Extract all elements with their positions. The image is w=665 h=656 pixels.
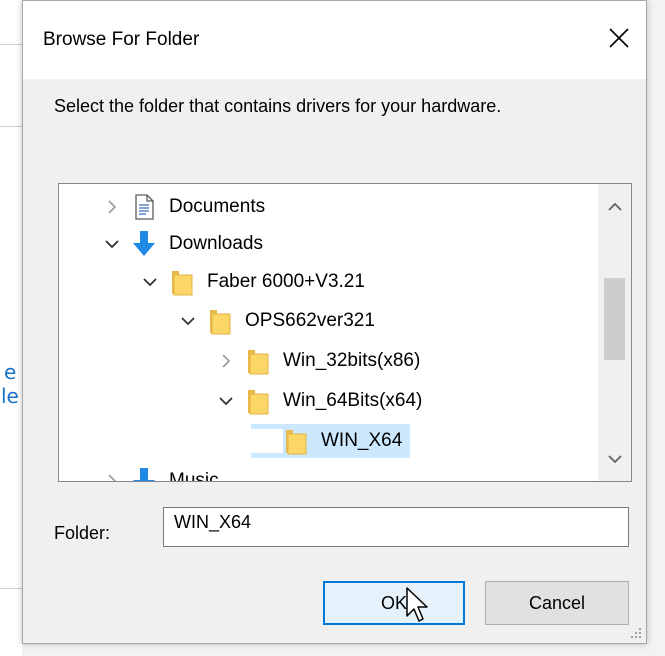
tree-item[interactable]: Win_32bits(x86): [213, 344, 424, 378]
downloads-icon: [133, 231, 155, 256]
chevron-down-icon[interactable]: [181, 316, 195, 326]
ok-button[interactable]: OK: [323, 581, 465, 625]
folder-icon: [245, 346, 271, 376]
chevron-right-icon[interactable]: [107, 474, 117, 482]
folder-icon: [172, 271, 193, 296]
chevron-down-icon[interactable]: [143, 277, 157, 287]
cancel-button[interactable]: Cancel: [485, 581, 629, 625]
tree-item[interactable]: Downloads: [99, 227, 267, 261]
folder-icon: [169, 267, 195, 297]
tree-item-label: Faber 6000+V3.21: [207, 271, 365, 292]
tree-expander[interactable]: [99, 195, 125, 219]
folder-tree[interactable]: Documents Downloads Faber 6000+V3.21 OPS662…: [58, 183, 632, 482]
tree-expander[interactable]: [175, 309, 201, 333]
close-icon: [609, 28, 629, 48]
downloads-icon: [131, 229, 157, 259]
folder-icon: [283, 426, 309, 456]
tree-expander[interactable]: [137, 270, 163, 294]
scrollbar-thumb[interactable]: [604, 278, 625, 360]
documents-icon: [135, 194, 154, 220]
tree-item[interactable]: Music: [99, 464, 223, 482]
chevron-down-icon: [607, 455, 622, 464]
background-window-strip: [0, 0, 22, 656]
mouse-pointer-icon: [406, 587, 428, 622]
title-bar[interactable]: Browse For Folder: [23, 1, 646, 79]
folder-icon: [245, 386, 271, 416]
documents-icon: [131, 192, 157, 222]
browse-for-folder-dialog: Browse For Folder Select the folder that…: [22, 0, 647, 644]
tree-item-label: OPS662ver321: [245, 310, 375, 331]
chevron-up-icon: [607, 202, 622, 211]
folder-icon: [286, 430, 307, 455]
background-divider: [0, 588, 22, 589]
tree-item-label: Win_64Bits(x64): [283, 390, 423, 411]
tree-item-label: Downloads: [169, 233, 263, 254]
chevron-down-icon[interactable]: [219, 396, 233, 406]
background-text-fragment: e: [4, 360, 17, 384]
folder-input[interactable]: [163, 507, 629, 547]
folder-icon: [210, 310, 231, 335]
tree-expander[interactable]: [99, 232, 125, 256]
resize-grip-icon[interactable]: [628, 625, 642, 639]
background-divider: [0, 126, 22, 127]
tree-item[interactable]: Win_64Bits(x64): [213, 384, 426, 418]
tree-expander[interactable]: [213, 389, 239, 413]
tree-expander[interactable]: [99, 469, 125, 482]
tree-item-label: Win_32bits(x86): [283, 350, 421, 371]
tree-item[interactable]: Faber 6000+V3.21: [137, 265, 369, 299]
chevron-right-icon[interactable]: [221, 354, 231, 368]
close-button[interactable]: [592, 13, 646, 63]
folder-icon: [207, 306, 233, 336]
tree-expander: [251, 429, 283, 453]
tree-item[interactable]: OPS662ver321: [175, 304, 379, 338]
background-text-fragment: le: [1, 384, 19, 408]
chevron-down-icon[interactable]: [105, 239, 119, 249]
folder-icon: [248, 350, 269, 375]
folder-label: Folder:: [54, 523, 111, 543]
tree-expander[interactable]: [213, 349, 239, 373]
chevron-right-icon[interactable]: [107, 200, 117, 214]
tree-item[interactable]: Documents: [99, 190, 269, 224]
instruction-text: Select the folder that contains drivers …: [54, 96, 502, 116]
tree-item-label: Music: [169, 470, 219, 482]
vertical-scrollbar[interactable]: [598, 184, 631, 481]
music-icon: [133, 468, 155, 481]
dialog-title: Browse For Folder: [43, 29, 200, 50]
folder-icon: [248, 390, 269, 415]
background-divider: [0, 44, 22, 45]
tree-item[interactable]: WIN_X64: [251, 424, 411, 458]
scroll-up-button[interactable]: [598, 192, 631, 222]
tree-item-label: Documents: [169, 196, 266, 217]
tree-item-label: WIN_X64: [317, 430, 407, 452]
music-icon: [131, 466, 157, 481]
scroll-down-button[interactable]: [598, 444, 631, 474]
